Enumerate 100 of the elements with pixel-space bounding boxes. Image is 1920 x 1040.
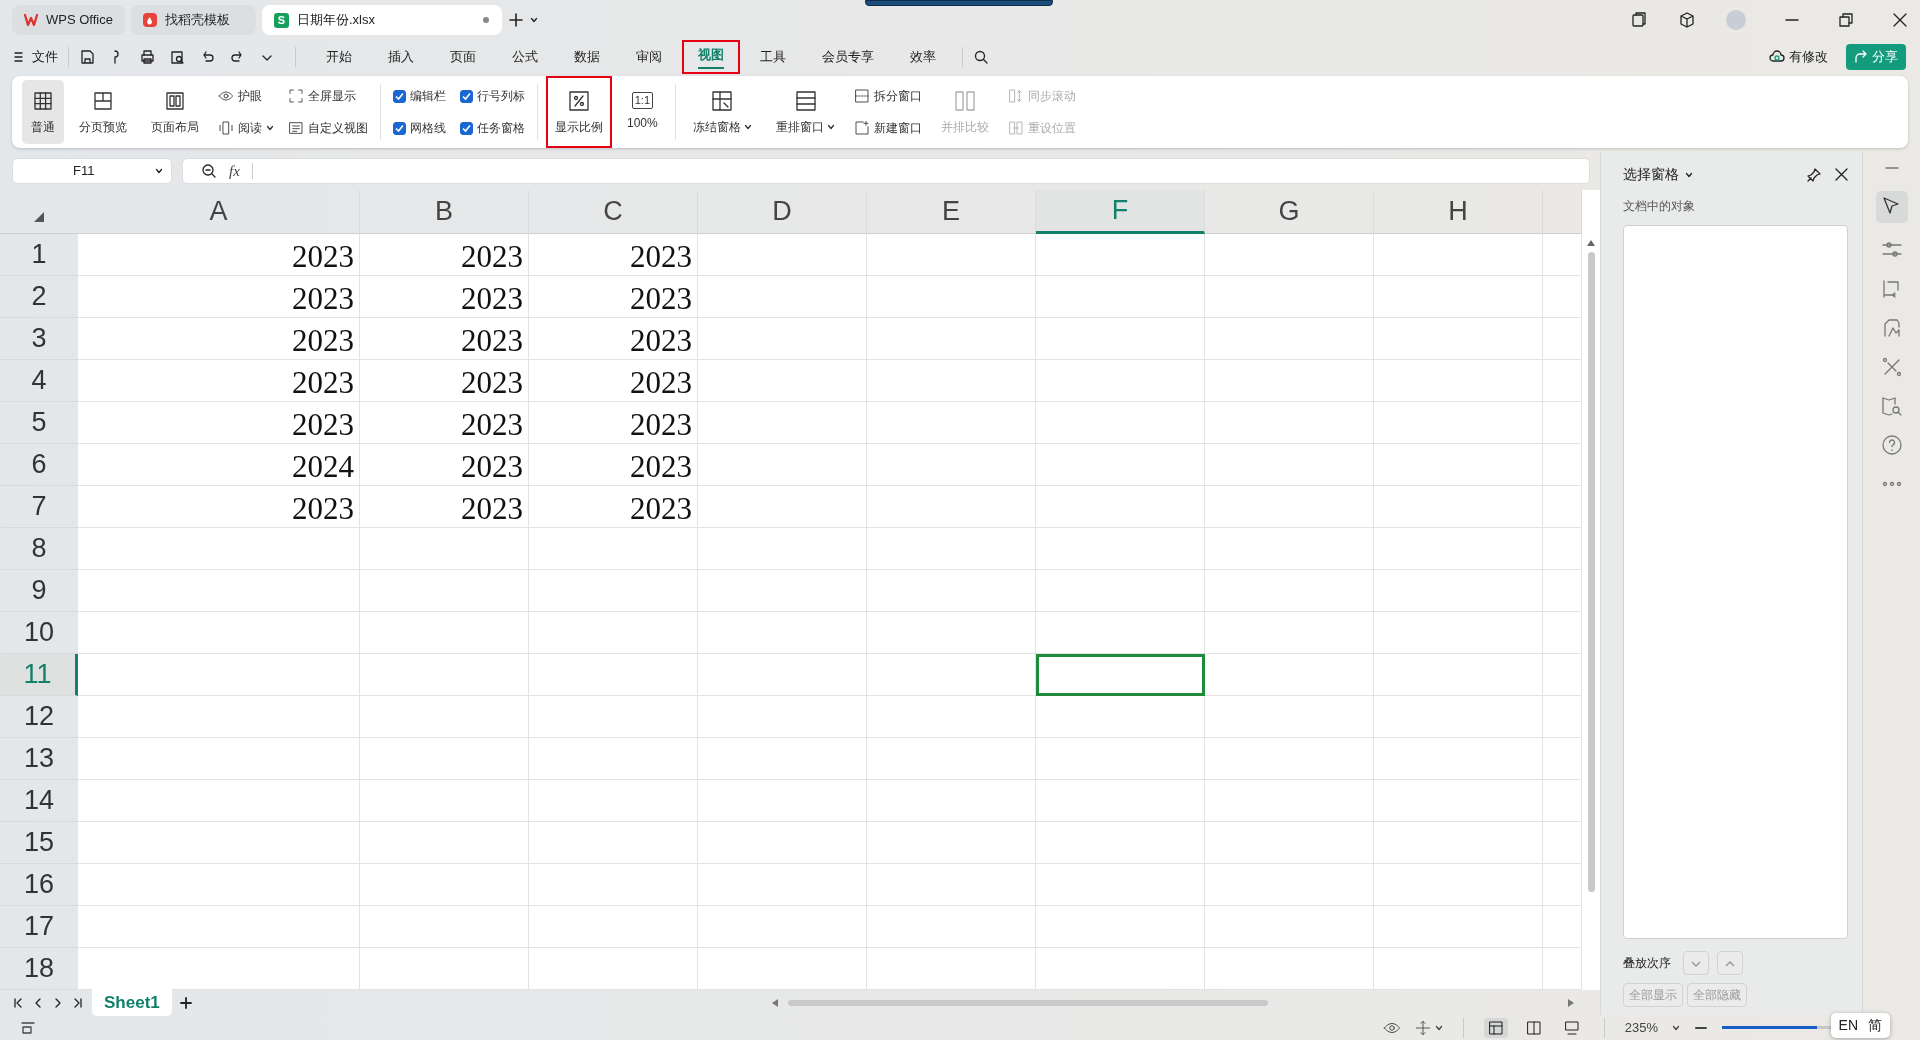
window-tab[interactable]: S 日期年份.xlsx	[262, 5, 502, 35]
menu-tab[interactable]: 会员专享	[806, 42, 890, 72]
menu-tab[interactable]: 审阅	[620, 42, 678, 72]
pointer-tool-button[interactable]	[1875, 191, 1908, 223]
zoom-slider[interactable]	[1722, 1026, 1817, 1029]
checkbox-option[interactable]: 网格线	[389, 117, 450, 139]
table-cell: 2023	[78, 402, 360, 444]
menu-tab[interactable]: 公式	[496, 42, 554, 72]
new-window-icon	[854, 120, 871, 136]
last-sheet-icon[interactable]	[72, 996, 84, 1009]
new-tab-icon[interactable]	[508, 12, 524, 28]
split-window-icon	[854, 88, 871, 104]
help-icon[interactable]	[1879, 433, 1904, 457]
checkbox[interactable]	[393, 121, 406, 135]
menu-tab[interactable]: 插入	[372, 42, 430, 72]
window-icon[interactable]	[1630, 11, 1648, 29]
add-sheet-icon[interactable]	[179, 996, 192, 1009]
name-box[interactable]: F11	[12, 158, 172, 184]
pane-title[interactable]: 选择窗格	[1623, 164, 1679, 185]
checkbox-option[interactable]: 任务窗格	[456, 117, 529, 139]
ribbon-button[interactable]: 护眼	[214, 85, 278, 107]
table-cell	[1543, 654, 1582, 696]
file-menu[interactable]: 文件	[32, 47, 58, 67]
table-cell	[1543, 864, 1582, 906]
table-cell: 2023	[529, 444, 698, 486]
ribbon-button[interactable]: 拆分窗口	[850, 85, 927, 107]
table-cell: 2023	[78, 234, 360, 276]
side-by-side-icon	[953, 88, 978, 113]
ribbon-button[interactable]: 自定义视图	[284, 117, 372, 139]
menu-tab[interactable]: 效率	[894, 42, 952, 72]
search-icon[interactable]	[973, 49, 989, 65]
page-break-view-icon	[1525, 1019, 1542, 1036]
move-icon[interactable]	[1414, 1019, 1431, 1036]
menu-tab[interactable]: 数据	[558, 42, 616, 72]
ribbon-button[interactable]: 显示比例	[546, 76, 612, 148]
ribbon-button[interactable]: 页面布局	[142, 80, 208, 144]
reading-icon	[218, 120, 234, 136]
checkbox-option[interactable]: 行号列标	[456, 85, 529, 107]
ribbon-button[interactable]: 冻结窗格	[683, 80, 762, 144]
ribbon-button[interactable]: 阅读	[214, 117, 278, 139]
zoom-level[interactable]: 235%	[1624, 1017, 1658, 1038]
print-preview-icon[interactable]	[169, 49, 185, 65]
first-sheet-icon[interactable]	[12, 996, 24, 1009]
selected-cell[interactable]	[1036, 654, 1205, 696]
scroll-left-icon[interactable]	[772, 998, 778, 1007]
horizontal-scrollbar[interactable]	[772, 998, 1574, 1007]
zoom-out-icon[interactable]	[201, 163, 217, 179]
vertical-scrollbar[interactable]	[1582, 190, 1600, 990]
table-cell: 2023	[360, 444, 529, 486]
table-cell	[1543, 276, 1582, 318]
input-method-indicator[interactable]: EN 简	[1830, 1013, 1890, 1038]
table-cell: 2023	[529, 276, 698, 318]
column-header[interactable]: F	[1036, 190, 1205, 234]
checkbox-option[interactable]: 编辑栏	[389, 85, 450, 107]
close-icon[interactable]	[1835, 168, 1848, 181]
window-tab[interactable]: WPS Office	[12, 5, 125, 35]
order-label: 叠放次序	[1623, 955, 1671, 972]
menu-tab[interactable]: 开始	[310, 42, 368, 72]
select-all-icon[interactable]	[33, 211, 45, 223]
caret-icon	[827, 123, 836, 132]
save-status[interactable]: 有修改	[1789, 47, 1828, 67]
menu-icon[interactable]	[14, 51, 24, 63]
window-tab[interactable]: 找稻壳模板	[131, 5, 256, 35]
ribbon-button[interactable]: 1:1 100%	[618, 80, 667, 144]
sheet-tab[interactable]: Sheet1	[92, 988, 172, 1017]
normal-view-button[interactable]	[1483, 1017, 1508, 1038]
function-label[interactable]: fx	[229, 159, 240, 183]
cube-icon[interactable]	[1678, 11, 1696, 29]
checkbox[interactable]	[460, 89, 473, 103]
scroll-right-icon[interactable]	[1568, 998, 1574, 1007]
restore-icon[interactable]	[1838, 12, 1854, 28]
pin-icon[interactable]	[1807, 167, 1821, 182]
book-search-icon[interactable]	[1879, 394, 1904, 418]
table-cell	[1543, 906, 1582, 948]
table-cell	[1543, 948, 1582, 990]
table-cell: 2023	[360, 276, 529, 318]
pane-subtitle: 文档中的对象	[1623, 198, 1696, 215]
menu-tab[interactable]: 视图	[682, 40, 740, 74]
save-icon[interactable]	[79, 49, 95, 65]
checkbox[interactable]	[460, 121, 473, 135]
ribbon-button[interactable]: 重排窗口	[767, 80, 845, 144]
menu-tab[interactable]: 页面	[434, 42, 492, 72]
ribbon-button[interactable]: 普通	[22, 80, 64, 144]
macro-icon[interactable]	[20, 1020, 36, 1035]
menu-tab[interactable]: 工具	[744, 42, 802, 72]
ribbon-button[interactable]: 分页预览	[70, 80, 136, 144]
formula-bar[interactable]: fx	[182, 158, 1590, 184]
table-cell: 2023	[529, 402, 698, 444]
checkbox[interactable]	[393, 89, 406, 103]
print-icon[interactable]	[139, 49, 155, 65]
scroll-up-icon[interactable]	[1587, 240, 1595, 246]
ribbon-button[interactable]: 新建窗口	[850, 117, 927, 139]
close-icon[interactable]	[1892, 12, 1908, 28]
sheet-logo-icon: S	[274, 12, 289, 28]
table-cell: 2023	[78, 318, 360, 360]
ribbon-button[interactable]: 全屏显示	[284, 85, 372, 107]
row-header[interactable]: 11	[0, 654, 78, 696]
share-icon	[1854, 50, 1868, 64]
table-cell	[1543, 360, 1582, 402]
fullscreen-icon	[288, 88, 304, 104]
